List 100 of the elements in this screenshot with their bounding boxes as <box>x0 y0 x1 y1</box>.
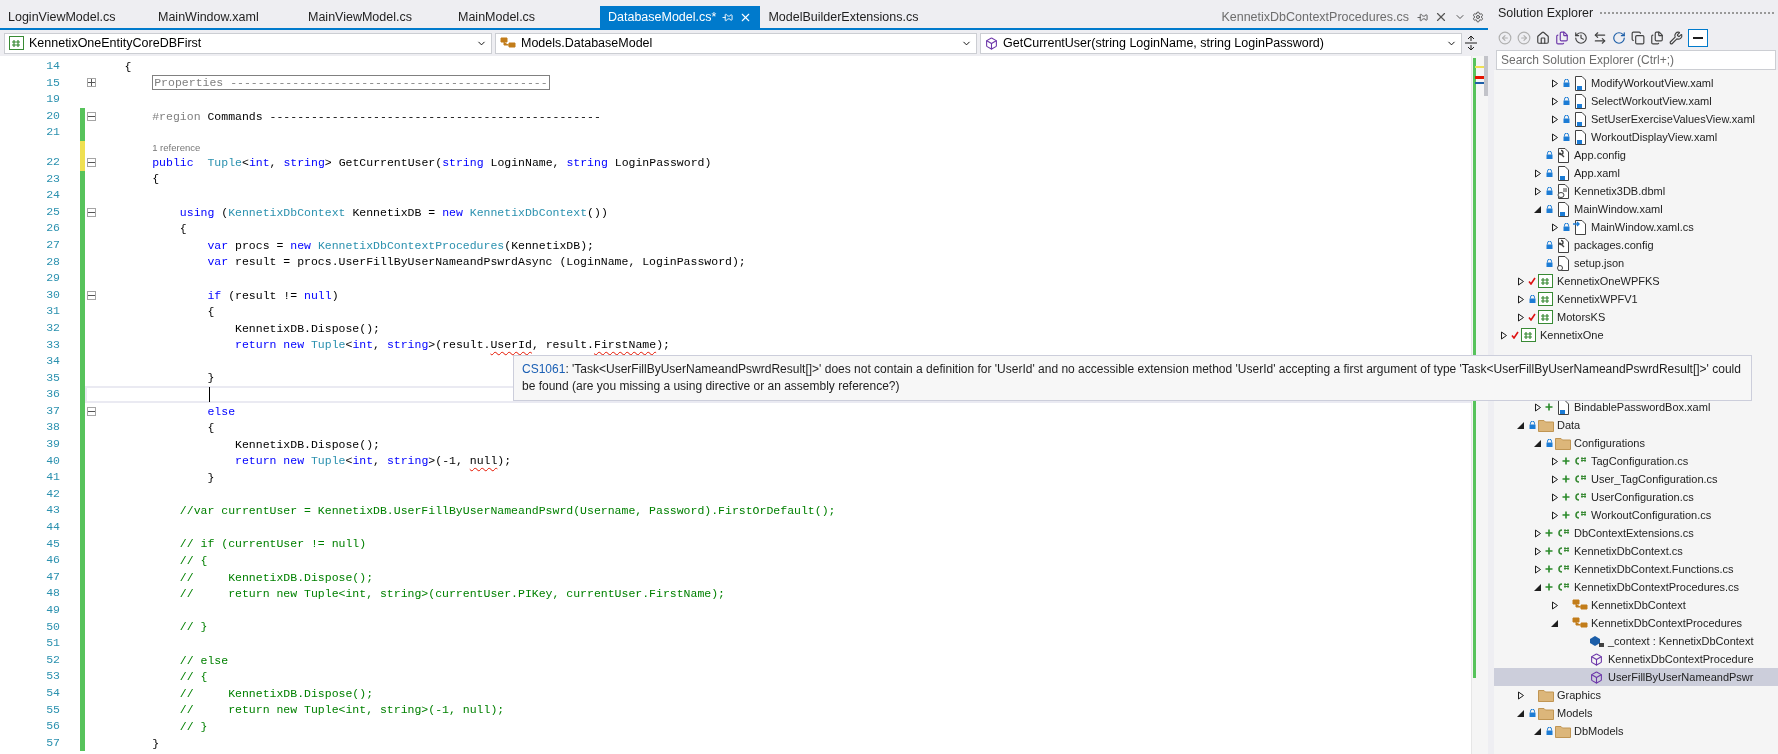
tree-item[interactable]: App.config <box>1494 146 1778 164</box>
tree-item[interactable]: setup.json <box>1494 254 1778 272</box>
file-tab[interactable]: DatabaseModel.cs* <box>600 6 761 28</box>
collapse-icon[interactable] <box>86 290 96 300</box>
tree-item[interactable]: UserFillByUserNameandPswr <box>1494 668 1778 686</box>
database-file-icon <box>1555 183 1570 199</box>
tree-item[interactable]: KennetixDbContext <box>1494 596 1778 614</box>
code-file-icon <box>1572 455 1587 467</box>
line-number: 30 <box>45 286 60 303</box>
tree-item[interactable]: Kennetix3DB.dbml <box>1494 182 1778 200</box>
member-dropdown[interactable]: GetCurrentUser(string LoginName, string LoginPassword) <box>980 32 1462 54</box>
expanded-arrow-icon[interactable] <box>1551 618 1559 628</box>
tree-item[interactable]: KennetixDbContextProcedure <box>1494 650 1778 668</box>
file-tab[interactable]: MainWindow.xaml <box>150 6 300 28</box>
pin-icon[interactable] <box>722 11 734 23</box>
expand-icon[interactable] <box>86 78 96 88</box>
tree-item[interactable]: Models <box>1494 704 1778 722</box>
code-file-icon <box>1555 563 1570 575</box>
refresh-icon[interactable] <box>1612 31 1626 45</box>
tree-item[interactable]: DbContextExtensions.cs <box>1494 524 1778 542</box>
line-number: 20 <box>45 107 60 124</box>
error-message: CS1061: 'Task<UserFillByUserNameandPswrdResult[]>' does not contain a definition for 'UserId' and no accessible extension method 'UserId' accepting a first argument of type 'Task<UserFillByUserNameandPswrdResult[]>' could be found (are you missing a using directive or an assembly reference?) <box>522 362 1741 393</box>
tree-item[interactable]: packages.config <box>1494 236 1778 254</box>
pin-icon[interactable] <box>1417 12 1428 23</box>
tree-item[interactable]: KennetixOne <box>1494 326 1778 344</box>
tree-item[interactable]: DbModels <box>1494 722 1778 740</box>
tree-item[interactable]: App.xaml <box>1494 164 1778 182</box>
tree-item[interactable]: WorkoutConfiguration.cs <box>1494 506 1778 524</box>
collapse-icon[interactable] <box>86 157 96 167</box>
preview-toggle[interactable] <box>1688 29 1708 47</box>
tree-item[interactable]: User_TagConfiguration.cs <box>1494 470 1778 488</box>
code-text: { <box>207 305 215 319</box>
project-dropdown[interactable]: KennetixOneEntityCoreDBFirst <box>4 32 492 54</box>
line-number: 15 <box>45 74 60 91</box>
code-text: (result != <box>228 288 298 302</box>
collapsed-arrow-icon[interactable] <box>1551 222 1559 232</box>
line-number: 47 <box>45 568 60 585</box>
home-icon[interactable] <box>1536 31 1550 45</box>
code-file-icon <box>1555 527 1570 539</box>
project-icon <box>1538 292 1553 306</box>
tree-item[interactable]: UserConfiguration.cs <box>1494 488 1778 506</box>
collapsed-arrow-icon[interactable] <box>1551 600 1559 610</box>
tree-item[interactable]: KennetixDbContextProcedures <box>1494 614 1778 632</box>
comment: // { <box>179 670 208 684</box>
expanded-arrow-icon[interactable] <box>1534 582 1542 592</box>
tree-item[interactable]: MainWindow.xaml.cs <box>1494 218 1778 236</box>
history-icon[interactable] <box>1574 31 1588 45</box>
tree-item[interactable]: SelectWorkoutView.xaml <box>1494 92 1778 110</box>
type-name: Tuple <box>310 454 346 468</box>
expanded-arrow-icon[interactable] <box>1534 204 1542 214</box>
tree-item[interactable]: KennetixWPFV1 <box>1494 290 1778 308</box>
preview-tab[interactable]: KennetixDbContextProcedures.cs <box>1213 6 1417 28</box>
tree-item[interactable]: MotorsKS <box>1494 308 1778 326</box>
close-icon[interactable] <box>1434 10 1448 24</box>
tree-item[interactable]: Graphics <box>1494 686 1778 704</box>
tree-item[interactable]: MainWindow.xaml <box>1494 200 1778 218</box>
split-icon[interactable] <box>1465 36 1477 50</box>
reference-count-link[interactable]: 1 reference <box>152 141 201 153</box>
settings-icon[interactable] <box>1472 11 1484 23</box>
collapse-icon[interactable] <box>86 207 96 217</box>
comment: // if (currentUser != null) <box>179 537 367 551</box>
file-tab[interactable]: MainViewModel.cs <box>300 6 450 28</box>
code-text: } <box>152 736 160 750</box>
code-text: < <box>345 338 353 352</box>
type-name: Tuple <box>310 338 346 352</box>
show-all-files-icon[interactable] <box>1650 31 1664 45</box>
tree-item[interactable]: KennetixOneWPFKS <box>1494 272 1778 290</box>
tree-item[interactable]: Data <box>1494 416 1778 434</box>
tree-item[interactable]: WorkoutDisplayView.xaml <box>1494 128 1778 146</box>
tree-item[interactable]: Configurations <box>1494 434 1778 452</box>
code-text: Commands ------------------------------------------------ <box>207 109 601 123</box>
tree-item[interactable]: KennetixDbContext.cs <box>1494 542 1778 560</box>
xaml-file-icon <box>1555 201 1570 217</box>
tree-item[interactable]: SetUserExerciseValuesView.xaml <box>1494 110 1778 128</box>
tree-item[interactable]: _context : KennetixDbContext <box>1494 632 1778 650</box>
code-text: >(result. <box>428 338 491 352</box>
type-dropdown[interactable]: Models.DatabaseModel <box>495 32 977 54</box>
collapsed-arrow-icon[interactable] <box>1517 690 1525 700</box>
tree-item[interactable]: KennetixDbContextProcedures.cs <box>1494 578 1778 596</box>
file-tab[interactable]: MainModel.cs <box>450 6 600 28</box>
tree-item[interactable]: ModifyWorkoutView.xaml <box>1494 74 1778 92</box>
tree-item[interactable]: TagConfiguration.cs <box>1494 452 1778 470</box>
switch-views-icon[interactable] <box>1555 31 1569 45</box>
file-tab[interactable]: LoginViewModel.cs <box>0 6 150 28</box>
search-field[interactable]: Search Solution Explorer (Ctrl+;) <box>1496 50 1776 70</box>
code-text: KennetixDB.Dispose(); <box>235 437 380 451</box>
tree-item[interactable]: KennetixDbContext.Functions.cs <box>1494 560 1778 578</box>
type-name: Tuple <box>207 155 242 169</box>
collapse-icon[interactable] <box>86 406 96 416</box>
xaml-file-icon <box>1572 93 1587 109</box>
keyword: string <box>566 155 608 169</box>
collapse-icon[interactable] <box>86 111 96 121</box>
tree-item[interactable]: BindablePasswordBox.xaml <box>1494 398 1778 416</box>
sync-icon[interactable] <box>1593 31 1607 45</box>
collapsed-arrow-icon[interactable] <box>1534 402 1542 412</box>
file-tab[interactable]: ModelBuilderExtensions.cs <box>760 6 927 28</box>
collapse-all-icon[interactable] <box>1631 31 1645 45</box>
folder-icon <box>1554 724 1571 738</box>
properties-icon[interactable] <box>1669 31 1683 45</box>
code-text: } <box>207 371 215 385</box>
